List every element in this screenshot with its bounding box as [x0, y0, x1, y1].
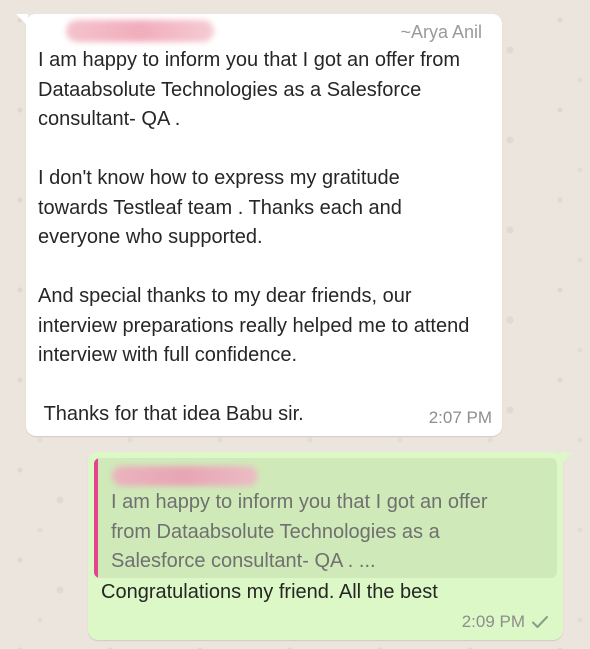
incoming-message-time: 2:07 PM [428, 408, 492, 427]
outgoing-message-time: 2:09 PM [461, 612, 525, 631]
quote-accent-bar [94, 458, 98, 578]
outgoing-message-bubble[interactable]: I am happy to inform you that I got an o… [88, 452, 573, 640]
outgoing-message-meta: 2:09 PM [462, 612, 549, 632]
sender-name-redacted [66, 20, 214, 42]
single-check-icon [531, 615, 549, 629]
quoted-message[interactable]: I am happy to inform you that I got an o… [94, 458, 557, 578]
sender-push-name[interactable]: ~Arya Anil [400, 22, 482, 43]
incoming-message-text: I am happy to inform you that I got an o… [38, 49, 470, 425]
quoted-author-redacted [112, 466, 258, 486]
outgoing-message-text: Congratulations my friend. All the best [101, 581, 438, 603]
incoming-message-bubble[interactable]: ~Arya Anil I am happy to inform you that… [16, 14, 502, 436]
quoted-message-text: I am happy to inform you that I got an o… [111, 491, 488, 572]
